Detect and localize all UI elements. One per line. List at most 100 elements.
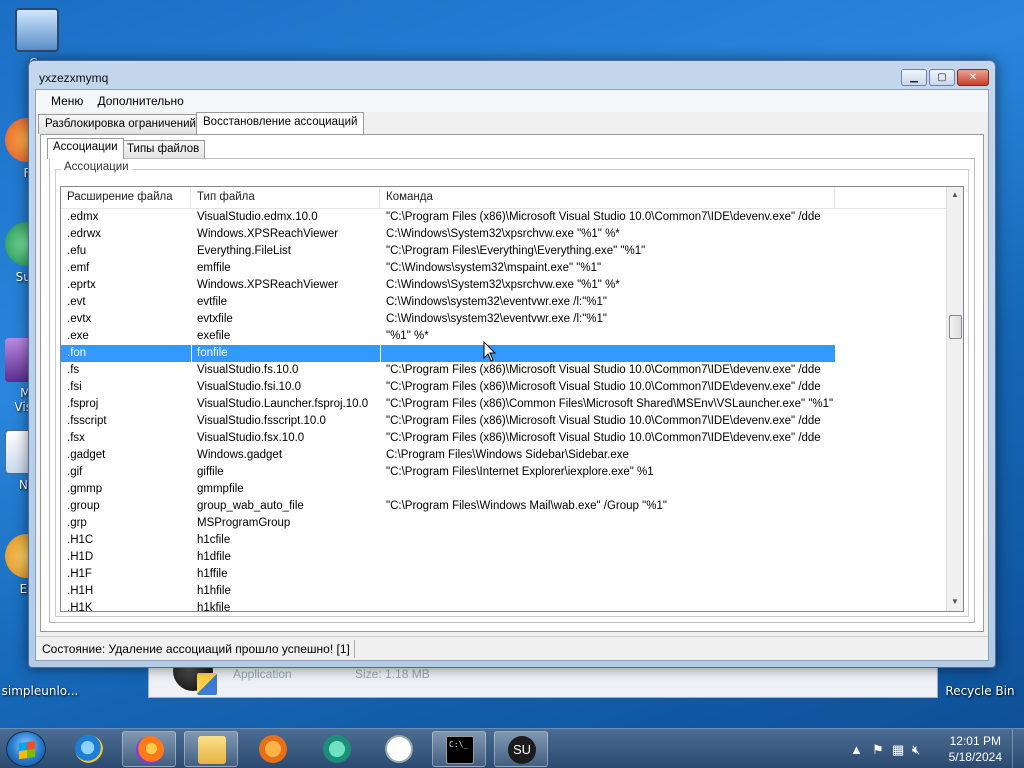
table-row[interactable]: .edmx VisualStudio.edmx.10.0 "C:\Program F…: [61, 209, 957, 226]
cell-ext: .grp: [67, 517, 87, 529]
table-row[interactable]: .emf emffile "C:\Windows\system32\mspaint.…: [61, 260, 957, 277]
cell-type: Everything.FileList: [197, 245, 291, 257]
close-button[interactable]: ✕: [957, 69, 989, 86]
taskbar-clock[interactable]: [372, 731, 426, 767]
media-player-icon: [259, 735, 287, 763]
cell-ext: .gif: [67, 466, 83, 478]
table-row[interactable]: .group group_wab_auto_file "C:\Program Fil…: [61, 498, 957, 515]
cell-cmd: "C:\Program Files (x86)\Microsoft Visual…: [386, 381, 821, 393]
cell-type: h1ffile: [197, 568, 228, 580]
maximize-button[interactable]: ▢: [929, 69, 955, 86]
cell-cmd: "C:\Program Files (x86)\Microsoft Visual…: [386, 364, 821, 376]
column-header-extension[interactable]: Расширение файла: [61, 187, 191, 209]
cell-type: VisualStudio.fsi.10.0: [197, 381, 301, 393]
browser-icon: [323, 735, 351, 763]
title-bar[interactable]: yxzezxmymq ▁ ▢ ✕: [29, 61, 995, 91]
vertical-scrollbar[interactable]: ▲ ▼: [946, 187, 963, 611]
menu-item-menu[interactable]: Меню: [44, 94, 90, 108]
associations-page: Ассоциации Расширение файла Тип файла Ко…: [49, 158, 975, 623]
menu-bar: Меню Дополнительно: [36, 90, 988, 112]
close-icon: ✕: [968, 72, 978, 83]
maximize-icon: ▢: [937, 72, 947, 83]
cell-ext: .H1F: [67, 568, 92, 580]
table-row[interactable]: .evt evtfile C:\Windows\system32\eventvwr.…: [61, 294, 957, 311]
cell-ext: .H1D: [67, 551, 94, 563]
column-header-command[interactable]: Команда: [380, 187, 835, 209]
associations-list[interactable]: Расширение файла Тип файла Команда .edmx…: [60, 186, 964, 612]
table-row[interactable]: .fsx VisualStudio.fsx.10.0 "C:\Program Fil…: [61, 430, 957, 447]
table-row[interactable]: .H1D h1dfile: [61, 549, 957, 566]
cell-ext: .evt: [67, 296, 86, 308]
cell-type: gmmpfile: [197, 483, 244, 495]
flag-icon[interactable]: ⚑: [872, 742, 884, 758]
table-row[interactable]: .fs VisualStudio.fs.10.0 "C:\Program Files…: [61, 362, 957, 379]
cell-ext: .fsi: [67, 381, 82, 393]
terminal-icon: C:\_: [446, 736, 474, 764]
system-tray: ▲ ⚑ ▦ 🔇︎ 12:01 PM 5/18/2024: [834, 729, 1024, 768]
table-row[interactable]: .gif giffile "C:\Program Files\Internet Ex…: [61, 464, 957, 481]
table-row[interactable]: .fsproj VisualStudio.Launcher.fsproj.10.0…: [61, 396, 957, 413]
taskbar-media-player[interactable]: [246, 731, 300, 767]
cell-ext: .gmmp: [67, 483, 103, 495]
table-row[interactable]: .exe exefile "%1" %*: [61, 328, 957, 345]
tab-unlock-restrictions[interactable]: Разблокировка ограничений: [38, 114, 203, 134]
cell-ext: .fsx: [67, 432, 85, 444]
cell-type: h1cfile: [197, 534, 231, 546]
scroll-thumb[interactable]: [949, 315, 962, 339]
minimize-button[interactable]: ▁: [901, 69, 927, 86]
table-row[interactable]: .H1K h1kfile: [61, 600, 957, 611]
table-row[interactable]: .fsscript VisualStudio.fsscript.10.0 "C:\P…: [61, 413, 957, 430]
tray-expand-icon[interactable]: ▲: [850, 742, 863, 757]
cell-ext: .edrwx: [67, 228, 101, 240]
cell-ext: .emf: [67, 262, 90, 274]
show-desktop-button[interactable]: [1012, 729, 1024, 768]
tab-file-types[interactable]: Типы файлов: [121, 140, 206, 159]
taskbar-terminal[interactable]: C:\_: [432, 731, 486, 767]
clock[interactable]: 12:01 PM 5/18/2024: [949, 733, 1002, 765]
column-header-type[interactable]: Тип файла: [191, 187, 380, 209]
cell-cmd: "C:\Program Files\Everything\Everything.…: [386, 245, 646, 257]
table-row[interactable]: .H1C h1cfile: [61, 532, 957, 549]
cell-cmd: "%1" %*: [386, 330, 429, 342]
volume-muted-icon[interactable]: 🔇︎: [912, 742, 920, 758]
table-row[interactable]: .fsi VisualStudio.fsi.10.0 "C:\Program Fil…: [61, 379, 957, 396]
status-bar: Состояние: Удаление ассоциаций прошло ус…: [36, 636, 988, 660]
cell-cmd: "C:\Program Files\Internet Explorer\iexp…: [386, 466, 654, 478]
table-row[interactable]: .grp MSProgramGroup: [61, 515, 957, 532]
clock-icon: [385, 735, 413, 763]
table-row[interactable]: .efu Everything.FileList "C:\Program Files…: [61, 243, 957, 260]
table-row[interactable]: .gmmp gmmpfile: [61, 481, 957, 498]
tab-associations[interactable]: Ассоциации: [47, 138, 124, 159]
network-icon[interactable]: ▦: [892, 742, 904, 758]
taskbar-simpleunlocker[interactable]: SU: [494, 731, 548, 767]
table-row[interactable]: .fon fonfile: [61, 345, 835, 362]
cell-cmd: "C:\Program Files (x86)\Common Files\Mic…: [386, 398, 834, 410]
cell-type: VisualStudio.edmx.10.0: [197, 211, 318, 223]
table-row[interactable]: .evtx evtxfile C:\Windows\system32\eventvw…: [61, 311, 957, 328]
taskbar-ie[interactable]: [62, 731, 116, 767]
table-row[interactable]: .H1F h1ffile: [61, 566, 957, 583]
cell-type: VisualStudio.Launcher.fsproj.10.0: [197, 398, 369, 410]
cell-type: h1hfile: [197, 585, 231, 597]
cell-ext: .edmx: [67, 211, 99, 223]
clock-time: 12:01 PM: [949, 734, 1001, 748]
table-row[interactable]: .gadget Windows.gadget C:\Program Files\Wi…: [61, 447, 957, 464]
cell-cmd: C:\Program Files\Windows Sidebar\Sidebar…: [386, 449, 629, 461]
cell-cmd: C:\Windows\system32\eventvwr.exe /l:"%1": [386, 296, 607, 308]
scroll-down-icon[interactable]: ▼: [947, 594, 963, 611]
window-controls: ▁ ▢ ✕: [901, 69, 989, 86]
table-row[interactable]: .edrwx Windows.XPSReachViewer C:\Windows\S…: [61, 226, 957, 243]
start-button[interactable]: [6, 731, 46, 767]
table-row[interactable]: .H1H h1hfile: [61, 583, 957, 600]
taskbar-firefox[interactable]: [122, 731, 176, 767]
cell-cmd: C:\Windows\System32\xpsrchvw.exe "%1" %*: [386, 228, 620, 240]
main-tabs: Разблокировка ограничений Восстановление…: [36, 112, 988, 134]
taskbar-explorer[interactable]: [184, 731, 238, 767]
tab-restore-associations[interactable]: Восстановление ассоциаций: [196, 112, 365, 134]
minimize-icon: ▁: [910, 72, 918, 83]
scroll-up-icon[interactable]: ▲: [947, 187, 963, 204]
status-text: Состояние: Удаление ассоциаций прошло ус…: [42, 642, 350, 656]
menu-item-advanced[interactable]: Дополнительно: [90, 94, 190, 108]
table-row[interactable]: .eprtx Windows.XPSReachViewer C:\Windows\S…: [61, 277, 957, 294]
taskbar-browser[interactable]: [310, 731, 364, 767]
